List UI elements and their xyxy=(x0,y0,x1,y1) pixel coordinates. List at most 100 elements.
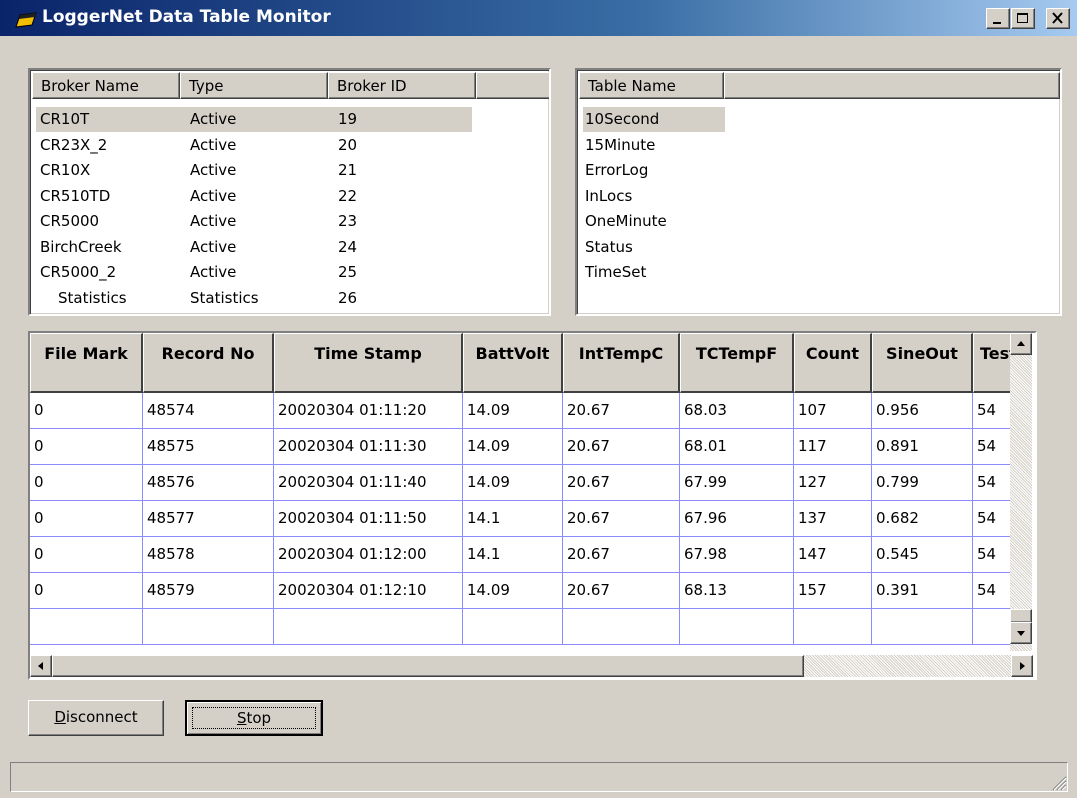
grid-cell[interactable]: 0.799 xyxy=(872,465,973,501)
grid-cell[interactable]: 48577 xyxy=(143,501,274,537)
grid-cell[interactable]: 54 xyxy=(973,573,1011,609)
maximize-button[interactable] xyxy=(1011,8,1035,29)
grid-empty-cell[interactable] xyxy=(143,609,274,645)
grid-cell[interactable]: 0.545 xyxy=(872,537,973,573)
grid-cell[interactable]: 68.13 xyxy=(680,573,794,609)
grid-cell[interactable]: 0 xyxy=(30,537,143,573)
grid-empty-cell[interactable] xyxy=(563,609,680,645)
grid-cell[interactable]: 0 xyxy=(30,393,143,429)
grid-empty-cell[interactable] xyxy=(794,609,872,645)
grid-cell[interactable]: 0 xyxy=(30,573,143,609)
grid-cell[interactable]: 54 xyxy=(973,465,1011,501)
grid-cell[interactable]: 68.03 xyxy=(680,393,794,429)
grid-column-header[interactable]: TCTempF xyxy=(680,333,794,393)
grid-column-header[interactable]: Record No xyxy=(143,333,274,393)
grid-empty-cell[interactable] xyxy=(872,609,973,645)
vertical-scroll-track[interactable] xyxy=(1010,333,1032,651)
grid-cell[interactable]: 14.1 xyxy=(463,537,563,573)
grid-empty-cell[interactable] xyxy=(973,609,1011,645)
grid-cell[interactable]: 14.1 xyxy=(463,501,563,537)
broker-row[interactable]: CR10X Active 21 xyxy=(36,158,472,183)
resize-grip-icon[interactable] xyxy=(1049,773,1067,791)
broker-list[interactable]: Broker Name Type Broker ID CR10T Active 19… xyxy=(28,68,551,316)
grid-cell[interactable]: 20020304 01:11:50 xyxy=(274,501,463,537)
grid-cell[interactable]: 48578 xyxy=(143,537,274,573)
grid-column-header[interactable]: Test xyxy=(973,333,1011,393)
grid-empty-cell[interactable] xyxy=(680,609,794,645)
grid-cell[interactable]: 20.67 xyxy=(563,465,680,501)
grid-cell[interactable]: 48575 xyxy=(143,429,274,465)
grid-cell[interactable]: 0 xyxy=(30,429,143,465)
grid-cell[interactable]: 0 xyxy=(30,465,143,501)
grid-cell[interactable]: 67.98 xyxy=(680,537,794,573)
grid-cell[interactable]: 54 xyxy=(973,501,1011,537)
grid-cell[interactable]: 20.67 xyxy=(563,501,680,537)
column-header-broker-name[interactable]: Broker Name xyxy=(32,72,180,99)
grid-cell[interactable]: 117 xyxy=(794,429,872,465)
grid-column-header[interactable]: Time Stamp xyxy=(274,333,463,393)
grid-cell[interactable]: 67.96 xyxy=(680,501,794,537)
column-header-broker-id[interactable]: Broker ID xyxy=(328,72,476,99)
broker-row[interactable]: CR5000_2 Active 25 xyxy=(36,260,472,285)
table-row[interactable]: TimeSet xyxy=(583,260,725,285)
scroll-left-button[interactable] xyxy=(30,655,52,677)
scroll-up-button[interactable] xyxy=(1010,333,1032,355)
disconnect-button[interactable]: Disconnect xyxy=(28,700,164,736)
grid-cell[interactable]: 137 xyxy=(794,501,872,537)
grid-cell[interactable]: 20020304 01:11:20 xyxy=(274,393,463,429)
table-row[interactable]: 15Minute xyxy=(583,133,725,158)
grid-cell[interactable]: 20020304 01:11:40 xyxy=(274,465,463,501)
scroll-right-button[interactable] xyxy=(1011,655,1033,677)
horizontal-scroll-thumb[interactable] xyxy=(52,655,804,677)
grid-cell[interactable]: 0.682 xyxy=(872,501,973,537)
grid-cell[interactable]: 54 xyxy=(973,393,1011,429)
grid-cell[interactable]: 0.891 xyxy=(872,429,973,465)
grid-cell[interactable]: 20.67 xyxy=(563,573,680,609)
grid-cell[interactable]: 20.67 xyxy=(563,429,680,465)
vertical-scroll-thumb[interactable] xyxy=(1010,609,1032,623)
grid-cell[interactable]: 20020304 01:12:00 xyxy=(274,537,463,573)
grid-cell[interactable]: 54 xyxy=(973,429,1011,465)
grid-cell[interactable]: 20020304 01:11:30 xyxy=(274,429,463,465)
grid-cell[interactable]: 14.09 xyxy=(463,429,563,465)
grid-cell[interactable]: 67.99 xyxy=(680,465,794,501)
grid-cell[interactable]: 20020304 01:12:10 xyxy=(274,573,463,609)
table-row[interactable]: OneMinute xyxy=(583,209,725,234)
broker-row[interactable]: Statistics Statistics 26 xyxy=(36,286,472,311)
grid-column-header[interactable]: SineOut xyxy=(872,333,973,393)
table-row[interactable]: 10Second xyxy=(583,107,725,132)
grid-cell[interactable]: 48574 xyxy=(143,393,274,429)
grid-cell[interactable]: 0.956 xyxy=(872,393,973,429)
grid-cell[interactable]: 20.67 xyxy=(563,537,680,573)
grid-cell[interactable]: 54 xyxy=(973,537,1011,573)
broker-row[interactable]: CR510TD Active 22 xyxy=(36,184,472,209)
grid-cell[interactable]: 157 xyxy=(794,573,872,609)
grid-column-header[interactable]: IntTempC xyxy=(563,333,680,393)
broker-row[interactable]: CR10T Active 19 xyxy=(36,107,472,132)
broker-row[interactable]: CR5000 Active 23 xyxy=(36,209,472,234)
grid-empty-cell[interactable] xyxy=(463,609,563,645)
grid-cell[interactable]: 127 xyxy=(794,465,872,501)
table-row[interactable]: InLocs xyxy=(583,184,725,209)
grid-column-header[interactable]: File Mark xyxy=(30,333,143,393)
grid-empty-cell[interactable] xyxy=(30,609,143,645)
grid-cell[interactable]: 14.09 xyxy=(463,393,563,429)
column-header-type[interactable]: Type xyxy=(180,72,328,99)
grid-cell[interactable]: 0.391 xyxy=(872,573,973,609)
grid-cell[interactable]: 14.09 xyxy=(463,573,563,609)
grid-cell[interactable]: 20.67 xyxy=(563,393,680,429)
broker-row[interactable]: BirchCreek Active 24 xyxy=(36,235,472,260)
close-button[interactable] xyxy=(1046,8,1070,29)
grid-cell[interactable]: 0 xyxy=(30,501,143,537)
stop-button[interactable]: Stop xyxy=(185,700,323,736)
grid-cell[interactable]: 147 xyxy=(794,537,872,573)
grid-cell[interactable]: 68.01 xyxy=(680,429,794,465)
title-bar[interactable]: LoggerNet Data Table Monitor xyxy=(0,0,1077,36)
table-list[interactable]: Table Name 10Second 15Minute ErrorLog InLoc… xyxy=(575,68,1062,316)
grid-cell[interactable]: 48576 xyxy=(143,465,274,501)
grid-empty-cell[interactable] xyxy=(274,609,463,645)
table-row[interactable]: ErrorLog xyxy=(583,158,725,183)
grid-cell[interactable]: 107 xyxy=(794,393,872,429)
grid-cell[interactable]: 14.09 xyxy=(463,465,563,501)
grid-cell[interactable]: 48579 xyxy=(143,573,274,609)
